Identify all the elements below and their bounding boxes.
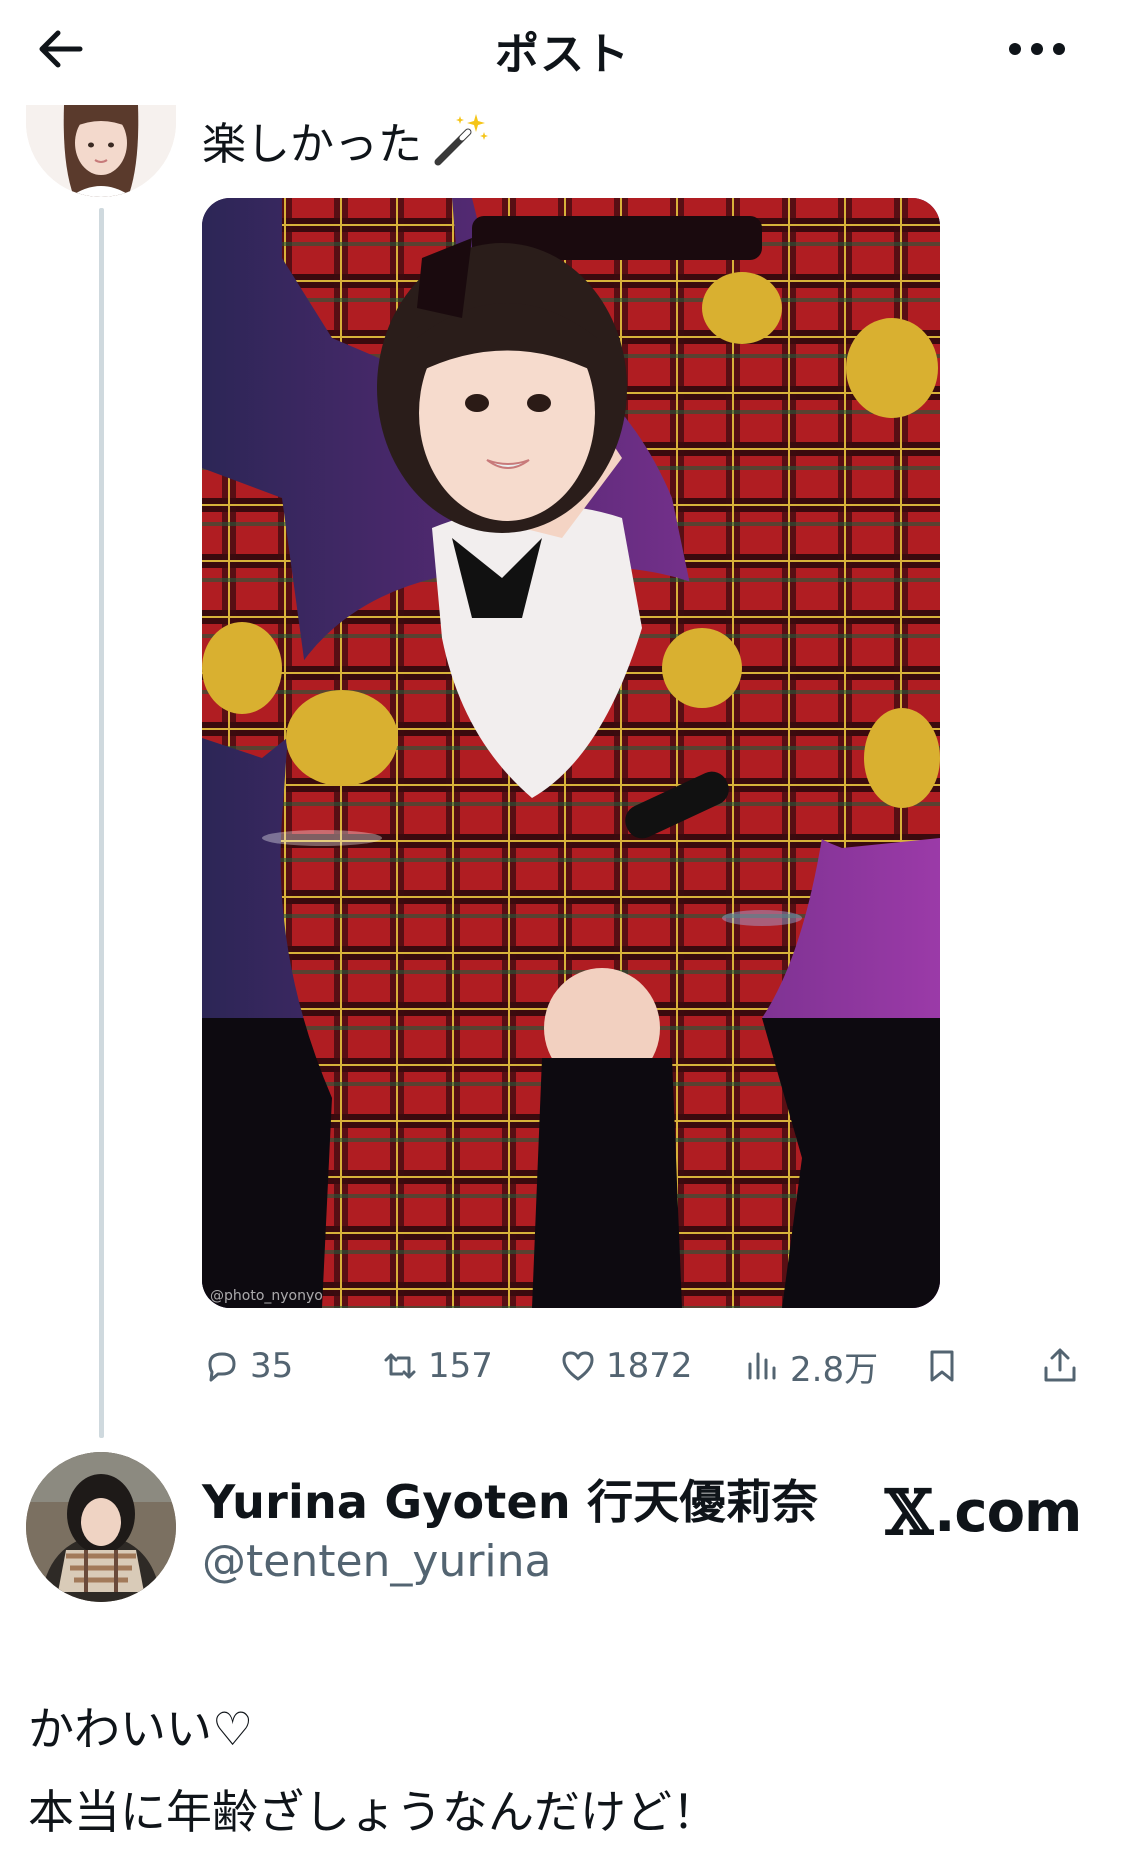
page-title: ポスト bbox=[495, 29, 630, 80]
post-body-line-2: 本当に年齢ざしょうなんだけど！ bbox=[28, 1785, 718, 1839]
post-actions-bar: 35 157 1872 2.8万 bbox=[202, 1340, 1102, 1392]
like-button[interactable]: 1872 bbox=[558, 1340, 693, 1392]
more-options-button[interactable] bbox=[1001, 24, 1073, 74]
magic-wand-icon bbox=[430, 110, 490, 170]
reply-count: 35 bbox=[250, 1346, 294, 1386]
top-bar: ポスト bbox=[0, 0, 1125, 100]
views-bar-icon bbox=[748, 1352, 776, 1380]
parent-post-text-row: 楽しかった bbox=[202, 108, 490, 172]
more-horizontal-icon bbox=[1009, 43, 1065, 55]
post-body-line-1: かわいい♡ bbox=[28, 1702, 254, 1756]
heart-icon bbox=[562, 1351, 594, 1381]
parent-post-avatar[interactable] bbox=[26, 105, 176, 197]
bookmark-icon bbox=[930, 1350, 954, 1382]
repost-button[interactable]: 157 bbox=[380, 1340, 493, 1392]
views-count: 2.8万 bbox=[790, 1349, 879, 1390]
repost-icon bbox=[384, 1353, 416, 1379]
post-photo[interactable]: @photo_nyonyo bbox=[202, 198, 940, 1308]
bookmark-button[interactable] bbox=[922, 1340, 962, 1392]
quoted-account-avatar[interactable] bbox=[26, 1452, 176, 1602]
views-button[interactable]: 2.8万 bbox=[742, 1340, 878, 1392]
reply-bubble-icon bbox=[208, 1352, 236, 1382]
share-button[interactable] bbox=[1040, 1340, 1080, 1392]
quoted-account-name[interactable]: Yurina Gyoten 行天優莉奈 bbox=[202, 1466, 818, 1532]
thread-connector-line bbox=[99, 208, 104, 1438]
quoted-account-handle[interactable]: @tenten_yurina bbox=[202, 1536, 552, 1587]
like-count: 1872 bbox=[606, 1346, 693, 1386]
repost-count: 157 bbox=[428, 1346, 493, 1386]
reply-button[interactable]: 35 bbox=[202, 1340, 293, 1392]
photo-watermark: @photo_nyonyo bbox=[210, 1288, 323, 1304]
share-icon bbox=[1044, 1348, 1076, 1382]
x-com-text: .com bbox=[934, 1480, 1082, 1545]
x-com-brand: 𝕏 .com bbox=[885, 1476, 1082, 1549]
parent-post-text: 楽しかった bbox=[202, 119, 422, 170]
x-logo-icon: 𝕏 bbox=[885, 1476, 933, 1549]
